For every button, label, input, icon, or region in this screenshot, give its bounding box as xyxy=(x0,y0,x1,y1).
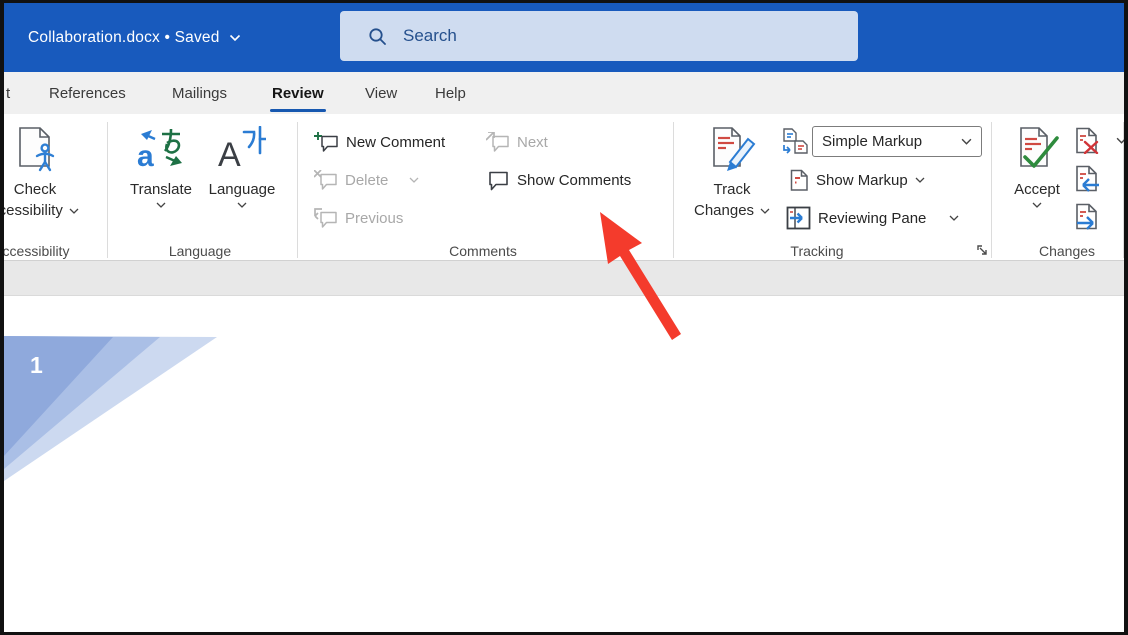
chevron-down-icon xyxy=(760,208,770,214)
tab-review[interactable]: Review xyxy=(272,72,324,114)
reviewing-pane-button[interactable]: Reviewing Pane xyxy=(786,206,959,230)
button-label: Translate xyxy=(125,181,197,198)
svg-text:A: A xyxy=(218,136,241,170)
chevron-down-icon xyxy=(1032,202,1042,208)
accept-button[interactable]: Accept xyxy=(999,114,1075,242)
previous-change-icon xyxy=(1075,165,1101,192)
language-button[interactable]: A Language xyxy=(200,114,284,242)
ribbon: Check ccessibility ccessibility a xyxy=(4,114,1124,261)
button-label: Delete xyxy=(345,172,388,189)
tab-references[interactable]: References xyxy=(49,72,126,114)
word-window: Collaboration.docx • Saved Search t Refe… xyxy=(4,3,1124,632)
translate-icon: a xyxy=(136,126,186,175)
tab-label: View xyxy=(365,85,397,102)
delete-comment-icon xyxy=(314,170,338,191)
group-label-language: Language xyxy=(120,243,280,260)
chevron-down-icon xyxy=(1116,137,1124,144)
previous-comment-icon xyxy=(314,208,338,229)
button-label: Show Markup xyxy=(816,172,908,189)
next-change-button[interactable] xyxy=(1075,204,1101,228)
tab-view[interactable]: View xyxy=(365,72,397,114)
translate-button[interactable]: a Translate xyxy=(125,114,197,242)
chevron-down-icon xyxy=(229,34,241,42)
display-for-review-icon xyxy=(782,128,809,160)
tab-label: Mailings xyxy=(172,85,227,102)
show-comments-icon xyxy=(486,170,510,191)
display-for-review-dropdown[interactable]: Simple Markup xyxy=(812,126,982,157)
search-input[interactable]: Search xyxy=(340,11,858,61)
tab-label: Help xyxy=(435,85,466,102)
accessibility-document-icon xyxy=(10,126,60,177)
show-comments-button[interactable]: Show Comments xyxy=(486,168,631,192)
button-label: Accept xyxy=(999,181,1075,198)
language-icon: A xyxy=(218,126,266,175)
ribbon-tab-row: t References Mailings Review View Help xyxy=(4,72,1124,114)
track-changes-button[interactable]: Track Changes xyxy=(694,114,770,242)
previous-change-button[interactable] xyxy=(1075,166,1101,190)
button-label: Previous xyxy=(345,210,403,227)
document-page[interactable]: 1 xyxy=(4,295,1124,632)
tab-label: Review xyxy=(272,85,324,102)
document-title: Collaboration.docx • Saved xyxy=(28,29,220,47)
document-title-menu[interactable]: Collaboration.docx • Saved xyxy=(28,3,241,72)
active-tab-underline xyxy=(270,109,326,112)
group-label-comments: Comments xyxy=(383,243,583,260)
button-label: ccessibility xyxy=(4,202,63,219)
reject-button[interactable] xyxy=(1075,128,1124,152)
button-label: Show Comments xyxy=(517,172,631,189)
group-label-changes: Changes xyxy=(967,243,1124,260)
group-separator xyxy=(673,122,674,258)
cover-page-triangles xyxy=(4,296,264,496)
svg-text:a: a xyxy=(137,140,154,170)
tab-help[interactable]: Help xyxy=(435,72,466,114)
button-label: Check xyxy=(4,181,100,198)
document-canvas[interactable]: 1 xyxy=(4,261,1124,632)
reviewing-pane-icon xyxy=(786,206,811,230)
chevron-down-icon xyxy=(237,202,247,208)
previous-comment-button[interactable]: Previous xyxy=(314,206,403,230)
chevron-down-icon xyxy=(949,215,959,221)
group-separator xyxy=(297,122,298,258)
group-label-tracking: Tracking xyxy=(717,243,917,260)
title-bar: Collaboration.docx • Saved Search xyxy=(4,3,1124,72)
search-icon xyxy=(368,27,387,46)
button-label: Next xyxy=(517,134,548,151)
next-comment-button[interactable]: Next xyxy=(486,130,548,154)
chevron-down-icon xyxy=(961,138,972,145)
tab-clipped[interactable]: t xyxy=(6,72,10,114)
tab-label: References xyxy=(49,85,126,102)
dropdown-value: Simple Markup xyxy=(822,133,961,150)
page-number: 1 xyxy=(30,352,43,379)
check-accessibility-button[interactable]: Check ccessibility xyxy=(4,114,100,242)
new-comment-button[interactable]: New Comment xyxy=(314,130,445,154)
tab-mailings[interactable]: Mailings xyxy=(172,72,227,114)
group-separator xyxy=(991,122,992,258)
search-placeholder: Search xyxy=(403,26,457,46)
button-label: Reviewing Pane xyxy=(818,210,926,227)
delete-comment-button[interactable]: Delete xyxy=(314,168,419,192)
button-label: New Comment xyxy=(346,134,445,151)
chevron-down-icon xyxy=(156,202,166,208)
button-label: Language xyxy=(200,181,284,198)
tab-label: t xyxy=(6,85,10,102)
show-markup-icon xyxy=(790,169,809,192)
group-separator xyxy=(107,122,108,258)
next-change-icon xyxy=(1075,203,1101,230)
reject-changes-icon xyxy=(1075,127,1101,154)
track-changes-icon xyxy=(708,126,756,177)
new-comment-icon xyxy=(314,132,339,153)
chevron-down-icon xyxy=(69,208,79,214)
accept-changes-icon xyxy=(1013,126,1061,177)
next-comment-icon xyxy=(486,132,510,153)
chevron-down-icon xyxy=(915,177,925,183)
button-label: Track xyxy=(694,181,770,198)
show-markup-button[interactable]: Show Markup xyxy=(790,168,925,192)
chevron-down-icon xyxy=(409,177,419,183)
group-label-accessibility: ccessibility xyxy=(4,243,101,260)
button-label: Changes xyxy=(694,202,754,219)
